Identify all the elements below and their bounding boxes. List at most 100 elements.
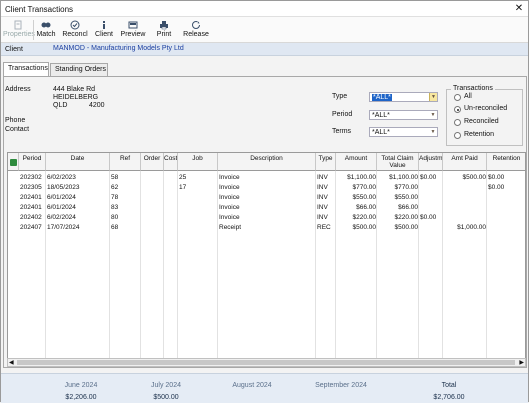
table-cell <box>419 223 443 232</box>
column-header[interactable]: Retention <box>487 153 525 171</box>
radio-label: Reconciled <box>464 118 499 125</box>
column-header[interactable]: Description <box>218 153 316 171</box>
address-line2: HEIDELBERG <box>53 94 99 101</box>
column-header[interactable]: Type <box>316 153 336 171</box>
table-row[interactable]: 202401 6/01/2024 78 Invoice INV $550.00 $550.0… <box>8 193 525 203</box>
table-cell: 202402 <box>20 214 42 221</box>
table-cell <box>141 183 164 192</box>
horizontal-scrollbar[interactable]: ◀ ▶ <box>7 358 526 367</box>
period-label: Period <box>332 111 353 118</box>
radio-label: Retention <box>464 131 494 138</box>
summary-value: $500.00 <box>153 394 179 401</box>
close-icon[interactable]: ✕ <box>514 3 524 14</box>
chevron-down-icon: ▼ <box>429 111 437 119</box>
release-button[interactable]: Release <box>181 18 211 42</box>
table-cell <box>164 203 178 212</box>
table-cell: REC <box>317 224 331 231</box>
column-header[interactable]: Ref <box>110 153 141 171</box>
table-cell: INV <box>317 214 328 221</box>
table-cell <box>141 173 164 182</box>
scroll-left-icon[interactable]: ◀ <box>9 359 14 366</box>
radio-circle-selected <box>454 106 461 113</box>
properties-button[interactable]: Properties <box>3 18 35 42</box>
table-cell: 68 <box>111 224 119 231</box>
radio-label: Un-reconciled <box>464 105 508 112</box>
table-cell: $220.00 <box>352 214 377 221</box>
client-label: Client <box>95 31 113 38</box>
match-button[interactable]: Match <box>35 18 57 42</box>
table-cell: 202407 <box>20 224 42 231</box>
table-cell: Invoice <box>219 214 240 221</box>
table-cell <box>141 193 164 202</box>
table-cell: 202401 <box>20 204 42 211</box>
scroll-right-icon[interactable]: ▶ <box>519 359 524 366</box>
radio-circle <box>454 132 461 139</box>
table-cell <box>141 213 164 222</box>
table-cell: $500.00 <box>462 174 487 181</box>
table-row[interactable]: 202407 17/07/2024 68 Receipt REC $500.00 $500.… <box>8 223 525 233</box>
terms-select[interactable]: *ALL* ▼ <box>369 127 438 137</box>
summary-header: August 2024 <box>232 382 272 389</box>
scrollbar-thumb[interactable] <box>17 360 515 365</box>
reconcile-icon <box>70 20 80 30</box>
tab-transactions[interactable]: Transactions <box>3 62 49 76</box>
table-cell <box>443 203 487 212</box>
reconcile-button[interactable]: Reconcl <box>61 18 89 42</box>
preview-icon <box>128 21 138 29</box>
tab-standing-orders[interactable]: Standing Orders <box>50 63 108 76</box>
table-cell: $0.00 <box>488 174 505 181</box>
table-cell: 17/07/2024 <box>47 224 80 231</box>
table-cell: $1,100.00 <box>389 174 418 181</box>
chevron-down-icon: ▼ <box>429 93 437 101</box>
address-state: QLD <box>53 102 68 109</box>
table-cell: $500.00 <box>394 224 419 231</box>
radio-circle <box>454 94 461 101</box>
table-cell: INV <box>317 184 328 191</box>
toolbar: Properties Match Reconcl Client Preview … <box>1 17 528 43</box>
client-button[interactable]: Client <box>93 18 115 42</box>
table-cell <box>164 173 178 182</box>
period-select[interactable]: *ALL* ▼ <box>369 110 438 120</box>
column-header[interactable]: Amount <box>336 153 377 171</box>
properties-label: Properties <box>3 31 35 38</box>
table-cell: 6/01/2024 <box>47 204 76 211</box>
table-cell: $0.00 <box>420 174 437 181</box>
table-cell: 6/01/2024 <box>47 194 76 201</box>
summary-header: June 2024 <box>64 382 98 389</box>
title-bar: Client Transactions ✕ <box>1 1 528 17</box>
address-postcode: 4200 <box>89 102 105 109</box>
table-cell <box>178 223 218 232</box>
column-header[interactable]: Job <box>178 153 218 171</box>
table-row[interactable]: 202305 18/05/2023 62 17 Invoice INV $770.00 $77… <box>8 183 525 193</box>
properties-icon <box>14 20 22 30</box>
table-cell: $500.00 <box>352 224 377 231</box>
client-field-label: Client <box>5 46 23 53</box>
table-cell: 202302 <box>20 174 42 181</box>
table-row[interactable]: 202401 6/01/2024 83 Invoice INV $66.00 $66.00 <box>8 203 525 213</box>
column-header[interactable]: Amt Paid <box>443 153 487 171</box>
type-select[interactable]: *ALL* ▼ <box>369 92 438 102</box>
table-row[interactable]: 202402 6/02/2024 80 Invoice INV $220.00 $220.0… <box>8 213 525 223</box>
column-header[interactable]: Period <box>19 153 46 171</box>
match-icon <box>41 22 51 28</box>
table-cell: $220.00 <box>394 214 419 221</box>
match-label: Match <box>36 31 56 38</box>
summary-value: $2,206.00 <box>65 394 97 401</box>
column-header[interactable]: Adjustm <box>419 153 443 171</box>
table-cell: 83 <box>111 204 119 211</box>
table-cell: Receipt <box>219 224 242 231</box>
print-button[interactable]: Print <box>153 18 175 42</box>
table-cell <box>178 213 218 222</box>
toolbar-divider <box>33 20 34 40</box>
table-cell: $0.00 <box>488 184 505 191</box>
period-value: *ALL* <box>372 112 390 119</box>
preview-button[interactable]: Preview <box>119 18 147 42</box>
table-row[interactable]: 202302 6/02/2023 58 25 Invoice INV $1,100.00 $1… <box>8 173 525 183</box>
column-header[interactable]: Date <box>46 153 110 171</box>
summary-header-total: Total <box>441 382 457 389</box>
column-header[interactable]: Order <box>141 153 164 171</box>
column-header[interactable]: Total Claim Value <box>377 153 419 171</box>
column-header[interactable]: Cost <box>164 153 178 171</box>
reconcile-label: Reconcl <box>62 31 88 38</box>
table-cell: 17 <box>179 184 187 191</box>
